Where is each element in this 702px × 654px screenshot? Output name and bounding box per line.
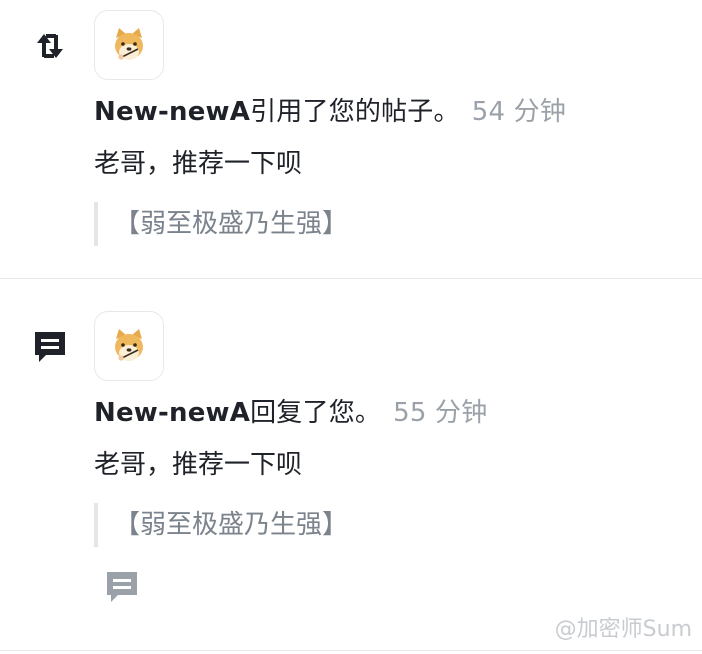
notification-headline: New-newA回复了您。 55 分钟 <box>94 397 487 429</box>
comment-icon <box>32 329 68 365</box>
username-link[interactable]: New-newA <box>94 398 250 428</box>
username-link[interactable]: New-newA <box>94 97 250 127</box>
notification-item[interactable]: New-newA回复了您。 55 分钟 老哥，推荐一下呗 【弱至极盛乃生强】 <box>0 279 702 649</box>
avatar[interactable] <box>94 10 164 80</box>
watermark: @加密师Sum <box>554 617 692 642</box>
post-content[interactable]: 老哥，推荐一下呗 <box>94 148 302 180</box>
timestamp: 54 分钟 <box>471 97 567 127</box>
avatar[interactable] <box>94 311 164 381</box>
notification-action: 引用了您的帖子。 <box>250 97 460 127</box>
shiba-dog-avatar-icon <box>115 28 143 60</box>
notification-action: 回复了您。 <box>250 398 382 428</box>
post-content[interactable]: 老哥，推荐一下呗 <box>94 449 302 481</box>
divider <box>0 650 702 651</box>
notification-item[interactable]: New-newA引用了您的帖子。 54 分钟 老哥，推荐一下呗 【弱至极盛乃生强】 <box>0 0 702 278</box>
notification-headline: New-newA引用了您的帖子。 54 分钟 <box>94 96 566 128</box>
quoted-post[interactable]: 【弱至极盛乃生强】 <box>94 202 348 246</box>
shiba-dog-avatar-icon <box>115 329 143 361</box>
quoted-post[interactable]: 【弱至极盛乃生强】 <box>94 503 348 547</box>
timestamp: 55 分钟 <box>393 398 488 428</box>
reply-comment-icon[interactable] <box>104 569 140 605</box>
retweet-icon <box>32 28 68 64</box>
